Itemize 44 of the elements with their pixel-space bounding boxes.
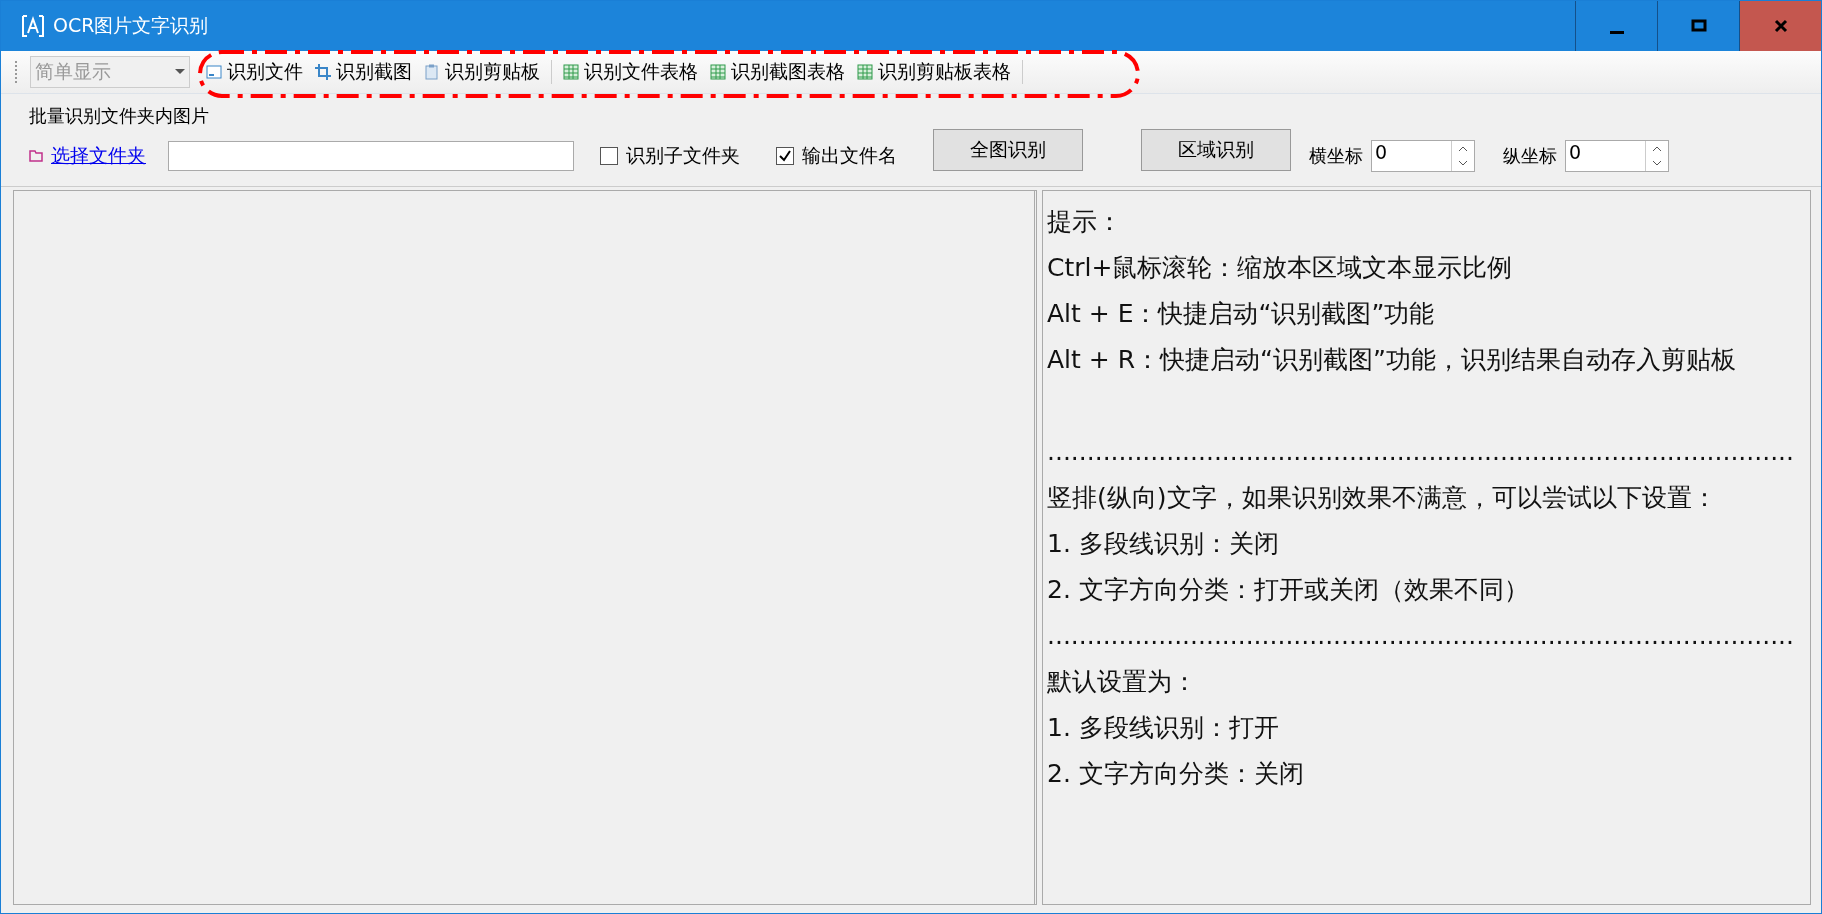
window-title: OCR图片文字识别 [53, 13, 209, 38]
table-icon [710, 64, 726, 80]
coordinate-label: 纵坐标 [1503, 144, 1557, 168]
clipboard-icon [424, 64, 440, 80]
toolbar-button[interactable]: 识别剪贴板表格 [853, 57, 1015, 87]
coordinate-label: 横坐标 [1309, 144, 1363, 168]
app-icon [21, 14, 45, 38]
hint-line: .............................................................................................. [1047, 620, 1795, 652]
hint-line: 1. 多段线识别：打开 [1047, 712, 1280, 744]
number-spinner[interactable]: 0 [1565, 140, 1669, 172]
minimize-icon [1609, 30, 1624, 34]
checkbox[interactable]: 识别子文件夹 [600, 143, 740, 169]
group-title: 批量识别文件夹内图片 [29, 104, 210, 128]
checkbox[interactable]: 输出文件名 [776, 143, 897, 169]
close-button[interactable] [1739, 1, 1821, 51]
recognize-button[interactable]: 区域识别 [1141, 129, 1291, 171]
crop-icon [315, 64, 331, 80]
toolbar-button[interactable]: 识别截图表格 [706, 57, 849, 87]
hint-line: 1. 多段线识别：关闭 [1047, 528, 1280, 560]
hint-line: 竖排(纵向)文字，如果识别效果不满意，可以尝试以下设置： [1047, 482, 1718, 514]
hint-line: 提示： [1047, 206, 1123, 238]
hint-line: Alt + E：快捷启动“识别截图”功能 [1047, 298, 1436, 330]
close-icon [1772, 18, 1789, 34]
maximize-icon [1690, 18, 1707, 34]
folder-icon [29, 150, 45, 162]
hint-line: 2. 文字方向分类：关闭 [1047, 758, 1305, 790]
folder-path-field[interactable] [168, 141, 574, 171]
table-icon [563, 64, 579, 80]
toolbar-button[interactable]: 识别剪贴板 [420, 57, 544, 87]
checkmark-icon [779, 150, 791, 162]
table-icon [857, 64, 873, 80]
number-spinner[interactable]: 0 [1371, 140, 1475, 172]
hint-line: Ctrl+鼠标滚轮：缩放本区域文本显示比例 [1047, 252, 1514, 284]
hint-line: 2. 文字方向分类：打开或关闭（效果不同） [1047, 574, 1530, 606]
hint-line: .............................................................................................. [1047, 436, 1795, 468]
dropdown-arrow-icon [175, 69, 185, 75]
hint-line: Alt + R：快捷启动“识别截图”功能，识别结果自动存入剪贴板 [1047, 344, 1737, 376]
select-folder-link[interactable]: 选择文件夹 [29, 143, 146, 169]
toolbar-button[interactable]: 识别截图 [311, 57, 416, 87]
document-icon [206, 65, 222, 79]
recognize-button[interactable]: 全图识别 [933, 129, 1083, 171]
hint-line: 默认设置为： [1047, 666, 1198, 698]
toolbar-button[interactable]: 识别文件 [202, 57, 307, 87]
toolbar-button[interactable]: 识别文件表格 [559, 57, 702, 87]
